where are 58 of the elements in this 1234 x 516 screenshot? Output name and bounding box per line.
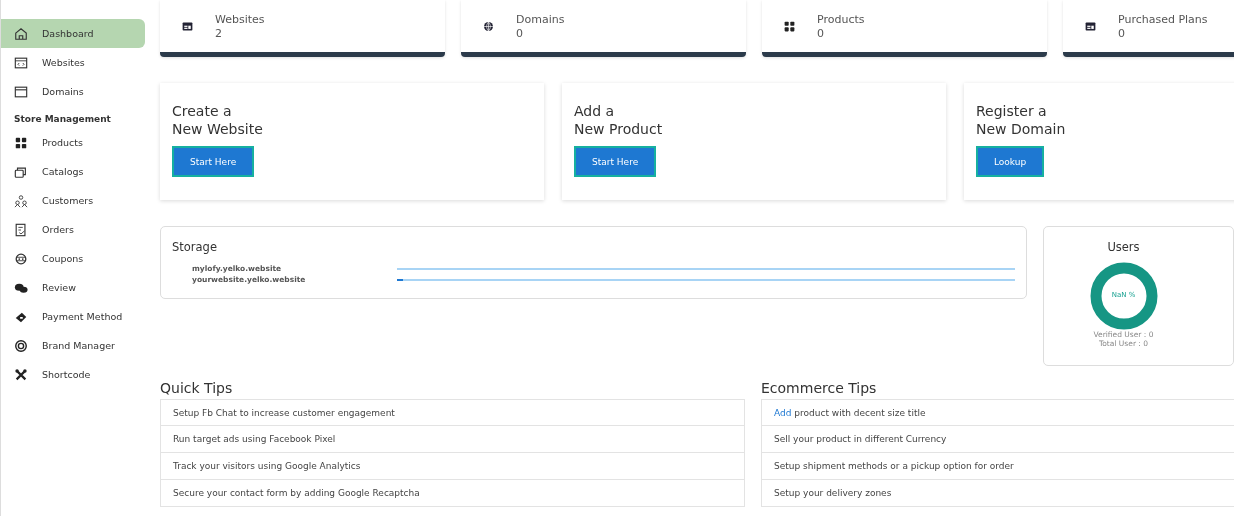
sidebar-item[interactable]: Orders [1,215,145,244]
section-title: Quick Tips [160,380,234,396]
action-button[interactable]: Start Here [172,146,255,177]
card-title: New Domain [976,121,1066,137]
tools-icon [14,367,28,382]
sidebar-item[interactable]: Customers [1,186,145,215]
card-title: Storage [172,240,218,254]
stat-label: Websites [215,12,265,26]
section-title: Ecommerce Tips [761,380,878,396]
card-title: Create a [172,103,232,119]
card-title: New Website [172,121,263,137]
stat-label: Purchased Plans [1118,12,1208,26]
target-icon [14,338,28,353]
people-icon [14,193,28,208]
code-window-icon [14,55,28,70]
stacked-cards-icon [14,164,28,179]
tip-row: Run target ads using Facebook Pixel [160,426,745,453]
sidebar-item[interactable]: Brand Manager [1,331,145,360]
action-button[interactable]: Lookup [976,146,1045,177]
sidebar-item[interactable]: Review [1,273,145,302]
stat-value: 2 [215,26,223,40]
sidebar-item[interactable]: Dashboard [1,19,145,48]
card-title: Add a [574,103,615,119]
stat-value: 0 [1118,26,1126,40]
card-title: Register a [976,103,1047,119]
badge-icon [14,251,28,266]
tip-row: Secure your contact form by adding Google Recaptcha [160,480,745,507]
sidebar-item[interactable]: Domains [1,77,145,106]
add-link[interactable]: Add [774,407,792,418]
browser-icon [1084,19,1097,33]
checklist-icon [14,222,28,237]
tip-row: Setup your delivery zones [761,480,1234,507]
stat-value: 0 [817,26,825,40]
sidebar-item[interactable]: Catalogs [1,157,145,186]
sidebar-item[interactable]: Payment Method [1,302,145,331]
globe-icon [482,19,495,33]
browser-icon [181,19,194,33]
sidebar-item[interactable]: Websites [1,48,145,77]
section-heading: Store Management [13,113,112,126]
window-icon [14,84,28,99]
stat-label: Domains [516,12,565,26]
sidebar-item[interactable]: Shortcode [1,360,145,389]
grid-icon [783,19,796,33]
sidebar-item[interactable]: Products [1,128,145,157]
donut-ring [1089,262,1158,330]
tip-row: Add product with decent size title [761,399,1234,426]
grid-icon [14,135,28,150]
tip-row: Setup shipment methods or a pickup option for order [761,453,1234,480]
tip-row: Setup Fb Chat to increase customer engagement [160,399,745,426]
home-icon [14,26,28,41]
stat-label: Products [817,12,865,26]
card-title: Users [1107,240,1140,254]
stat-value: 0 [516,26,524,40]
sidebar-item[interactable]: Coupons [1,244,145,273]
action-button[interactable]: Start Here [574,146,657,177]
card-title: New Product [574,121,663,137]
tip-row: Track your visitors using Google Analytics [160,453,745,480]
tip-row: Sell your product in different Currency [761,426,1234,453]
